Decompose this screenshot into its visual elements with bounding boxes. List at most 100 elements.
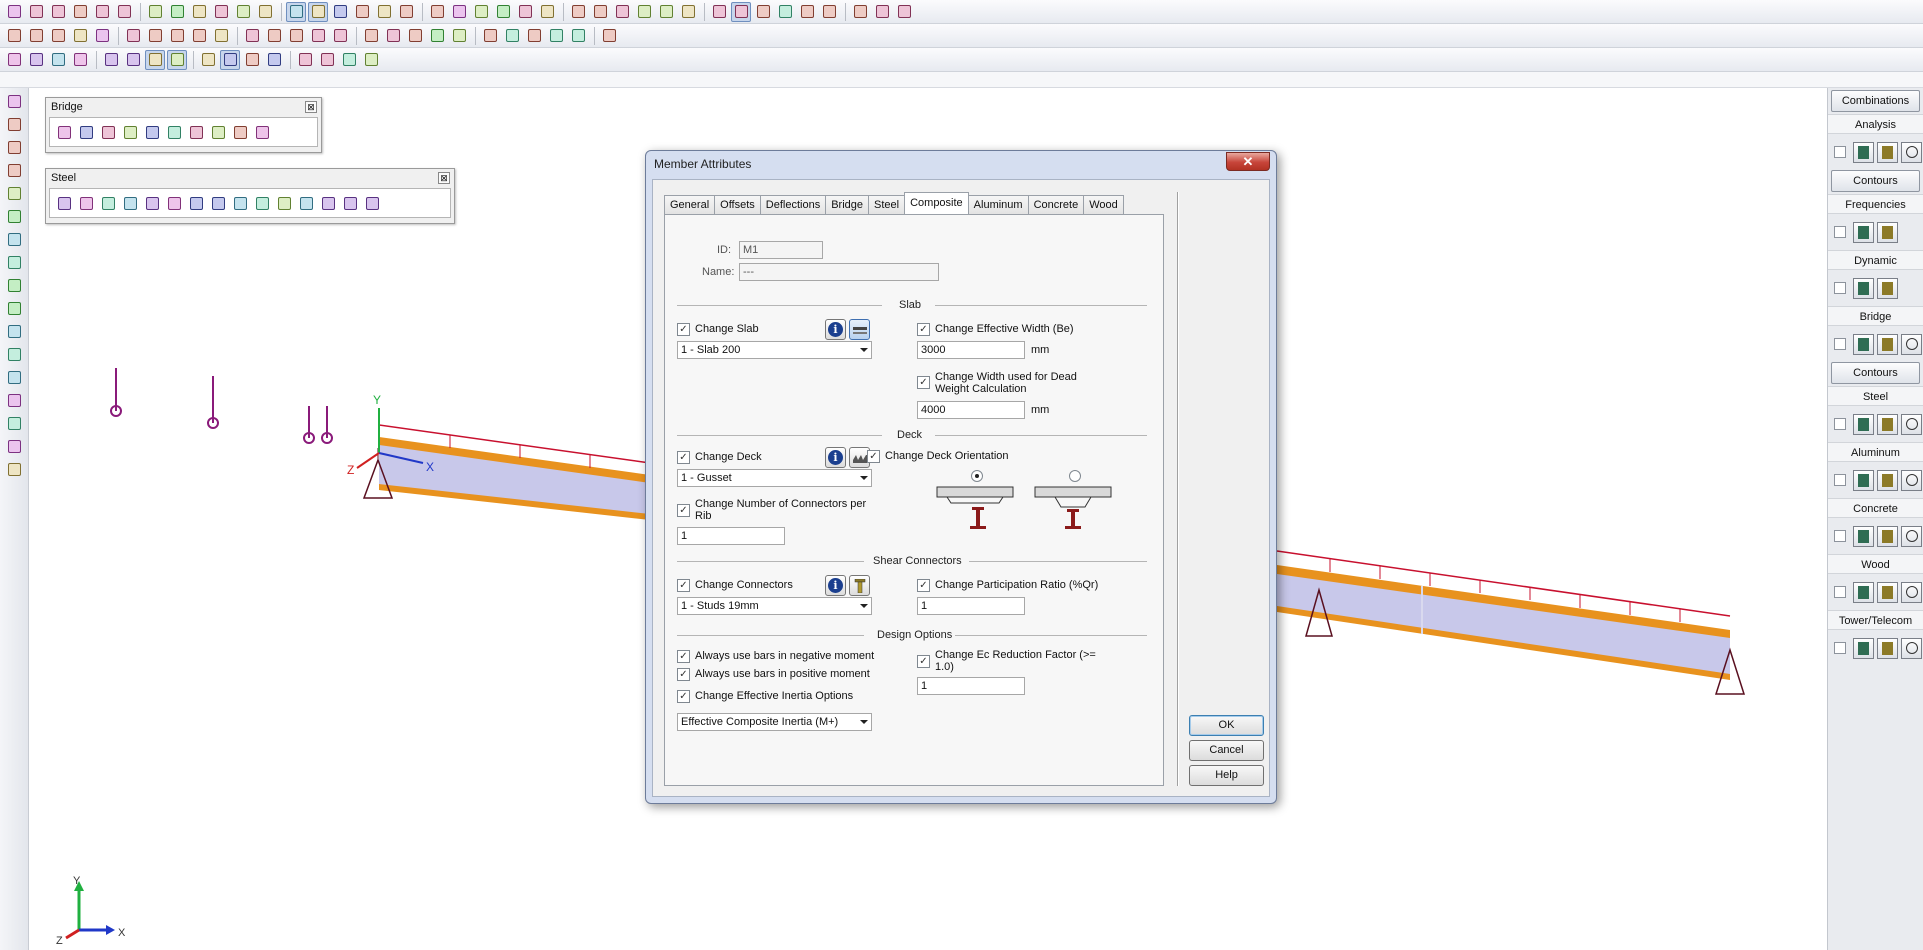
rubber-icon[interactable] [198, 50, 218, 70]
tab-aluminum[interactable]: Aluminum [967, 195, 1029, 214]
frame-icon[interactable] [286, 26, 306, 46]
angle-icon[interactable] [405, 26, 425, 46]
fit-icon[interactable] [4, 390, 24, 410]
connectors-info-button[interactable]: i [825, 575, 846, 596]
results-table-icon[interactable] [1853, 413, 1874, 435]
box-icon[interactable] [449, 2, 469, 22]
results-checkbox[interactable] [1834, 474, 1846, 486]
release-icon[interactable] [656, 2, 676, 22]
results-detail-icon[interactable] [1901, 525, 1922, 547]
steel-beam-icon[interactable] [120, 193, 140, 213]
move-icon[interactable] [242, 26, 262, 46]
model-view-icon[interactable] [286, 1, 306, 22]
results-table-icon[interactable] [1853, 525, 1874, 547]
connectors-select[interactable]: 1 - Studs 19mm [677, 597, 872, 615]
line-icon[interactable] [211, 2, 231, 22]
results-detail-icon[interactable] [1901, 469, 1922, 491]
bridge-palette-header[interactable]: Bridge ⊠ [46, 98, 321, 115]
steel-i-icon[interactable] [274, 193, 294, 213]
renumber-icon[interactable] [167, 2, 187, 22]
drawing-icon[interactable] [233, 2, 253, 22]
tab-general[interactable]: General [664, 195, 716, 214]
deck-orientation-radio-2[interactable] [1069, 470, 1081, 482]
spreadsheet-icon[interactable] [330, 2, 350, 22]
results-checkbox[interactable] [1834, 642, 1846, 654]
steel-member-icon[interactable] [54, 193, 74, 213]
undo-icon[interactable] [92, 2, 112, 22]
wire-icon[interactable] [515, 2, 535, 22]
layer-icon[interactable] [524, 26, 544, 46]
new-icon[interactable] [4, 2, 24, 22]
check-icon[interactable] [26, 26, 46, 46]
pan-icon[interactable] [4, 91, 24, 111]
member-attributes-dialog[interactable]: Member Attributes ✕ General Offsets Deflec… [645, 150, 1277, 804]
steel-palette[interactable]: Steel ⊠ [45, 168, 455, 224]
cube-solid-icon[interactable] [4, 367, 24, 387]
results-checkbox[interactable] [1834, 226, 1846, 238]
slab-info-button[interactable]: i [825, 319, 846, 340]
lane-icon[interactable] [98, 122, 118, 142]
results-graphic-icon[interactable] [1877, 333, 1898, 355]
change-effective-width-checkbox[interactable]: ✓ [917, 323, 930, 336]
bridge-report-icon[interactable] [252, 122, 272, 142]
influence-icon[interactable] [164, 122, 184, 142]
combinations-button[interactable]: Combinations [1831, 90, 1920, 112]
offset-icon[interactable] [678, 2, 698, 22]
select-icon[interactable] [308, 1, 328, 22]
filter-icon[interactable] [70, 26, 90, 46]
paste-icon[interactable] [145, 26, 165, 46]
steel-plate-icon[interactable] [208, 193, 228, 213]
tab-deflections[interactable]: Deflections [759, 195, 827, 214]
results-graphic-icon[interactable] [1877, 469, 1898, 491]
girder-right[interactable] [1276, 550, 1731, 680]
results-graphic-icon[interactable] [1877, 413, 1898, 435]
results-checkbox[interactable] [1834, 586, 1846, 598]
ec-input[interactable]: 1 [917, 677, 1025, 695]
tab-bridge[interactable]: Bridge [825, 195, 870, 214]
steel-down-icon[interactable] [296, 193, 316, 213]
change-participation-checkbox[interactable]: ✓ [917, 579, 930, 592]
snap-icon[interactable] [731, 1, 751, 22]
poly-select-icon[interactable] [264, 50, 284, 70]
positive-moment-checkbox[interactable]: ✓ [677, 668, 690, 681]
results-graphic-icon[interactable] [1877, 141, 1898, 163]
change-connectors-checkbox[interactable]: ✓ [677, 579, 690, 592]
window-select-icon[interactable] [4, 50, 24, 70]
steel-palette-close-button[interactable]: ⊠ [438, 171, 450, 184]
bridge-palette-close-button[interactable]: ⊠ [305, 100, 317, 113]
deck-info-button[interactable]: i [825, 447, 846, 468]
results-detail-icon[interactable] [1901, 413, 1922, 435]
rect-select-icon[interactable] [220, 49, 240, 70]
member-icon[interactable] [374, 2, 394, 22]
steel-girder-icon[interactable] [142, 193, 162, 213]
bridge-member-icon[interactable] [54, 122, 74, 142]
results-table-icon[interactable] [1853, 333, 1874, 355]
solve-icon[interactable] [48, 26, 68, 46]
graph-icon[interactable] [599, 26, 619, 46]
results-table-icon[interactable] [1853, 221, 1874, 243]
girder-left[interactable] [378, 424, 651, 520]
steel-rotate-icon[interactable] [318, 193, 338, 213]
results-table-icon[interactable] [1853, 581, 1874, 603]
results-detail-icon[interactable] [1901, 333, 1922, 355]
rotate-icon[interactable] [189, 2, 209, 22]
results-table-icon[interactable] [1853, 141, 1874, 163]
move-copy-icon[interactable] [568, 26, 588, 46]
brush-icon[interactable] [480, 26, 500, 46]
filter-select-icon[interactable] [70, 50, 90, 70]
results-detail-icon[interactable] [1901, 581, 1922, 603]
results-graphic-icon[interactable] [1877, 221, 1898, 243]
frame-select-icon[interactable] [26, 50, 46, 70]
bridge-palette[interactable]: Bridge ⊠ [45, 97, 322, 153]
level-icon[interactable] [361, 26, 381, 46]
globe-icon[interactable] [4, 114, 24, 134]
bearing-icon[interactable] [208, 122, 228, 142]
results-detail-icon[interactable] [1901, 637, 1922, 659]
cut-icon[interactable] [92, 26, 112, 46]
layers-icon[interactable] [4, 459, 24, 479]
draw-icon[interactable] [894, 2, 914, 22]
stage-icon[interactable] [230, 122, 250, 142]
layer-select-icon[interactable] [101, 50, 121, 70]
copy-icon[interactable] [123, 26, 143, 46]
array-icon[interactable] [264, 26, 284, 46]
